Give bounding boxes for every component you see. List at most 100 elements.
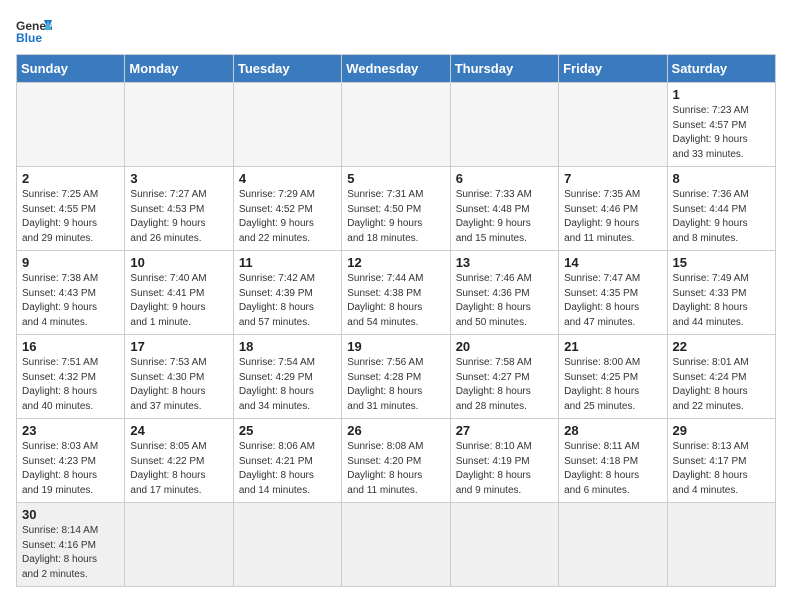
day-number: 26 bbox=[347, 423, 444, 438]
day-number: 11 bbox=[239, 255, 336, 270]
calendar-cell: 22 Sunrise: 8:01 AM Sunset: 4:24 PM Dayli… bbox=[667, 335, 775, 419]
day-header-thursday: Thursday bbox=[450, 55, 558, 83]
calendar-cell: 5 Sunrise: 7:31 AM Sunset: 4:50 PM Daylig… bbox=[342, 167, 450, 251]
day-header-sunday: Sunday bbox=[17, 55, 125, 83]
day-info: Sunrise: 7:58 AM Sunset: 4:27 PM Dayligh… bbox=[456, 356, 553, 414]
calendar-header-row: SundayMondayTuesdayWednesdayThursdayFrid… bbox=[17, 55, 776, 83]
day-number: 19 bbox=[347, 339, 444, 354]
calendar-cell bbox=[559, 83, 667, 167]
day-info: Sunrise: 7:29 AM Sunset: 4:52 PM Dayligh… bbox=[239, 188, 336, 246]
day-number: 9 bbox=[22, 255, 119, 270]
day-info: Sunrise: 7:53 AM Sunset: 4:30 PM Dayligh… bbox=[130, 356, 227, 414]
calendar-week-5: 23 Sunrise: 8:03 AM Sunset: 4:23 PM Dayli… bbox=[17, 419, 776, 503]
calendar-cell: 11 Sunrise: 7:42 AM Sunset: 4:39 PM Dayli… bbox=[233, 251, 341, 335]
calendar-cell bbox=[667, 503, 775, 587]
day-number: 22 bbox=[673, 339, 770, 354]
day-info: Sunrise: 7:23 AM Sunset: 4:57 PM Dayligh… bbox=[673, 104, 770, 162]
day-number: 20 bbox=[456, 339, 553, 354]
calendar-cell: 30 Sunrise: 8:14 AM Sunset: 4:16 PM Dayli… bbox=[17, 503, 125, 587]
calendar-week-6: 30 Sunrise: 8:14 AM Sunset: 4:16 PM Dayli… bbox=[17, 503, 776, 587]
day-number: 30 bbox=[22, 507, 119, 522]
day-info: Sunrise: 8:11 AM Sunset: 4:18 PM Dayligh… bbox=[564, 440, 661, 498]
calendar-table: SundayMondayTuesdayWednesdayThursdayFrid… bbox=[16, 54, 776, 587]
day-info: Sunrise: 8:13 AM Sunset: 4:17 PM Dayligh… bbox=[673, 440, 770, 498]
calendar-cell bbox=[450, 503, 558, 587]
day-info: Sunrise: 7:36 AM Sunset: 4:44 PM Dayligh… bbox=[673, 188, 770, 246]
calendar-cell: 2 Sunrise: 7:25 AM Sunset: 4:55 PM Daylig… bbox=[17, 167, 125, 251]
calendar-cell: 1 Sunrise: 7:23 AM Sunset: 4:57 PM Daylig… bbox=[667, 83, 775, 167]
day-info: Sunrise: 7:31 AM Sunset: 4:50 PM Dayligh… bbox=[347, 188, 444, 246]
calendar-cell: 27 Sunrise: 8:10 AM Sunset: 4:19 PM Dayli… bbox=[450, 419, 558, 503]
calendar-cell: 28 Sunrise: 8:11 AM Sunset: 4:18 PM Dayli… bbox=[559, 419, 667, 503]
calendar-cell: 6Sunrise: 7:33 AM Sunset: 4:48 PM Daylig… bbox=[450, 167, 558, 251]
day-info: Sunrise: 7:35 AM Sunset: 4:46 PM Dayligh… bbox=[564, 188, 661, 246]
day-info: Sunrise: 7:27 AM Sunset: 4:53 PM Dayligh… bbox=[130, 188, 227, 246]
day-number: 2 bbox=[22, 171, 119, 186]
calendar-cell bbox=[125, 83, 233, 167]
calendar-cell: 14 Sunrise: 7:47 AM Sunset: 4:35 PM Dayli… bbox=[559, 251, 667, 335]
day-info: Sunrise: 7:25 AM Sunset: 4:55 PM Dayligh… bbox=[22, 188, 119, 246]
day-info: Sunrise: 7:46 AM Sunset: 4:36 PM Dayligh… bbox=[456, 272, 553, 330]
day-info: Sunrise: 8:05 AM Sunset: 4:22 PM Dayligh… bbox=[130, 440, 227, 498]
calendar-cell: 18Sunrise: 7:54 AM Sunset: 4:29 PM Dayli… bbox=[233, 335, 341, 419]
page-header: General Blue bbox=[16, 16, 776, 44]
calendar-cell: 8 Sunrise: 7:36 AM Sunset: 4:44 PM Daylig… bbox=[667, 167, 775, 251]
calendar-cell bbox=[233, 83, 341, 167]
calendar-cell: 19 Sunrise: 7:56 AM Sunset: 4:28 PM Dayli… bbox=[342, 335, 450, 419]
day-number: 29 bbox=[673, 423, 770, 438]
calendar-week-2: 2 Sunrise: 7:25 AM Sunset: 4:55 PM Daylig… bbox=[17, 167, 776, 251]
calendar-cell: 12Sunrise: 7:44 AM Sunset: 4:38 PM Dayli… bbox=[342, 251, 450, 335]
day-info: Sunrise: 7:51 AM Sunset: 4:32 PM Dayligh… bbox=[22, 356, 119, 414]
day-number: 15 bbox=[673, 255, 770, 270]
day-number: 16 bbox=[22, 339, 119, 354]
day-number: 23 bbox=[22, 423, 119, 438]
calendar-cell: 26 Sunrise: 8:08 AM Sunset: 4:20 PM Dayli… bbox=[342, 419, 450, 503]
calendar-cell bbox=[342, 83, 450, 167]
calendar-cell: 17 Sunrise: 7:53 AM Sunset: 4:30 PM Dayli… bbox=[125, 335, 233, 419]
day-number: 28 bbox=[564, 423, 661, 438]
day-header-tuesday: Tuesday bbox=[233, 55, 341, 83]
day-number: 1 bbox=[673, 87, 770, 102]
day-info: Sunrise: 7:56 AM Sunset: 4:28 PM Dayligh… bbox=[347, 356, 444, 414]
day-info: Sunrise: 8:03 AM Sunset: 4:23 PM Dayligh… bbox=[22, 440, 119, 498]
day-info: Sunrise: 8:14 AM Sunset: 4:16 PM Dayligh… bbox=[22, 524, 119, 582]
day-info: Sunrise: 7:49 AM Sunset: 4:33 PM Dayligh… bbox=[673, 272, 770, 330]
day-number: 6 bbox=[456, 171, 553, 186]
logo: General Blue bbox=[16, 16, 56, 44]
day-info: Sunrise: 8:10 AM Sunset: 4:19 PM Dayligh… bbox=[456, 440, 553, 498]
day-number: 8 bbox=[673, 171, 770, 186]
calendar-week-4: 16 Sunrise: 7:51 AM Sunset: 4:32 PM Dayli… bbox=[17, 335, 776, 419]
day-info: Sunrise: 8:01 AM Sunset: 4:24 PM Dayligh… bbox=[673, 356, 770, 414]
day-number: 3 bbox=[130, 171, 227, 186]
calendar-cell: 16 Sunrise: 7:51 AM Sunset: 4:32 PM Dayli… bbox=[17, 335, 125, 419]
day-header-monday: Monday bbox=[125, 55, 233, 83]
day-number: 14 bbox=[564, 255, 661, 270]
day-info: Sunrise: 8:08 AM Sunset: 4:20 PM Dayligh… bbox=[347, 440, 444, 498]
day-number: 5 bbox=[347, 171, 444, 186]
day-info: Sunrise: 7:42 AM Sunset: 4:39 PM Dayligh… bbox=[239, 272, 336, 330]
calendar-cell bbox=[17, 83, 125, 167]
day-header-friday: Friday bbox=[559, 55, 667, 83]
day-info: Sunrise: 8:00 AM Sunset: 4:25 PM Dayligh… bbox=[564, 356, 661, 414]
calendar-cell: 21 Sunrise: 8:00 AM Sunset: 4:25 PM Dayli… bbox=[559, 335, 667, 419]
calendar-cell: 13 Sunrise: 7:46 AM Sunset: 4:36 PM Dayli… bbox=[450, 251, 558, 335]
calendar-cell bbox=[233, 503, 341, 587]
calendar-week-3: 9Sunrise: 7:38 AM Sunset: 4:43 PM Daylig… bbox=[17, 251, 776, 335]
calendar-cell: 3 Sunrise: 7:27 AM Sunset: 4:53 PM Daylig… bbox=[125, 167, 233, 251]
day-info: Sunrise: 8:06 AM Sunset: 4:21 PM Dayligh… bbox=[239, 440, 336, 498]
calendar-cell: 20 Sunrise: 7:58 AM Sunset: 4:27 PM Dayli… bbox=[450, 335, 558, 419]
calendar-cell: 15 Sunrise: 7:49 AM Sunset: 4:33 PM Dayli… bbox=[667, 251, 775, 335]
day-number: 17 bbox=[130, 339, 227, 354]
day-number: 21 bbox=[564, 339, 661, 354]
calendar-cell: 23 Sunrise: 8:03 AM Sunset: 4:23 PM Dayli… bbox=[17, 419, 125, 503]
day-number: 7 bbox=[564, 171, 661, 186]
calendar-cell bbox=[559, 503, 667, 587]
day-number: 27 bbox=[456, 423, 553, 438]
day-number: 25 bbox=[239, 423, 336, 438]
day-number: 13 bbox=[456, 255, 553, 270]
logo-icon: General Blue bbox=[16, 16, 52, 44]
calendar-cell: 10Sunrise: 7:40 AM Sunset: 4:41 PM Dayli… bbox=[125, 251, 233, 335]
calendar-cell: 29 Sunrise: 8:13 AM Sunset: 4:17 PM Dayli… bbox=[667, 419, 775, 503]
day-header-wednesday: Wednesday bbox=[342, 55, 450, 83]
day-info: Sunrise: 7:47 AM Sunset: 4:35 PM Dayligh… bbox=[564, 272, 661, 330]
